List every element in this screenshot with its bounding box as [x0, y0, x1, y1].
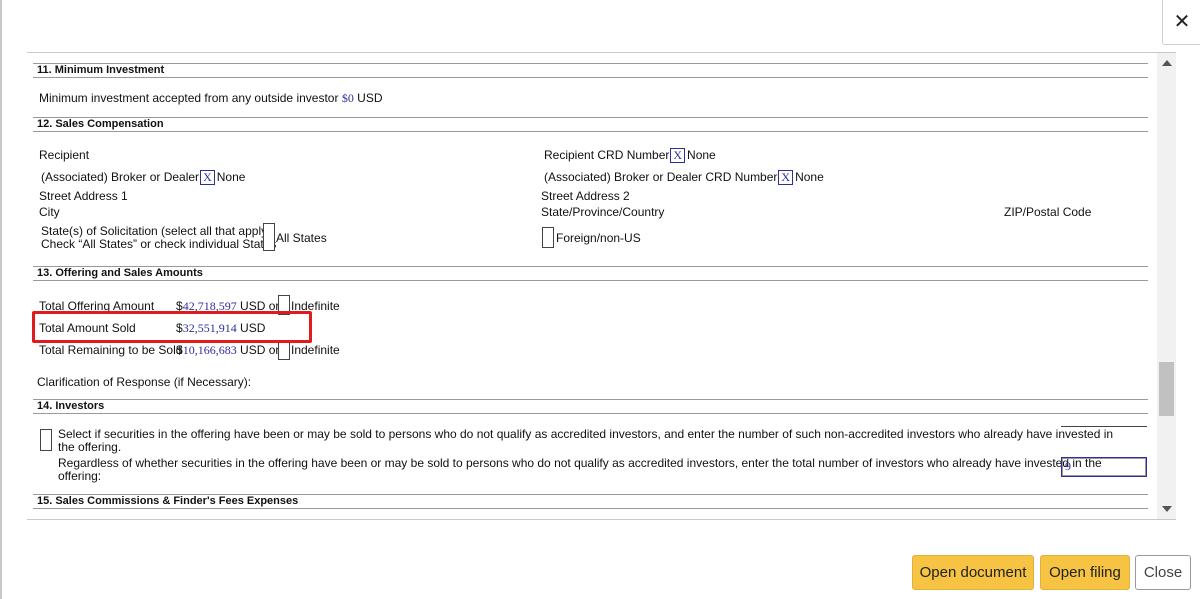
broker-crd-none-checkbox[interactable]: X [778, 170, 794, 185]
section-14-title: 14. Investors [37, 400, 105, 412]
section-divider [33, 131, 1148, 132]
non-accredited-text-line2: the offering. [58, 440, 122, 454]
non-accredited-count-field[interactable] [1061, 426, 1147, 427]
filing-document-viewer[interactable]: 11. Minimum Investment Minimum investmen… [27, 52, 1176, 520]
broker-none-label: None [216, 170, 246, 184]
state-province-label: State/Province/Country [541, 205, 665, 219]
section-divider [33, 508, 1148, 509]
recipient-crd-none-label: None [687, 148, 716, 162]
broker-none-checkbox[interactable]: X [200, 170, 215, 185]
remaining-currency: $ [176, 343, 183, 357]
clarification-label: Clarification of Response (if Necessary)… [37, 375, 252, 389]
section-11-title: 11. Minimum Investment [37, 64, 165, 76]
total-investors-text-line2: offering: [58, 469, 102, 483]
section-divider [33, 77, 1148, 78]
broker-label: (Associated) Broker or Dealer [41, 170, 200, 184]
section-divider [33, 63, 1148, 64]
remaining-label: Total Remaining to be Sold [39, 343, 183, 357]
section-13-title: 13. Offering and Sales Amounts [37, 267, 203, 279]
min-investment-label: Minimum investment accepted from any out… [39, 91, 339, 105]
broker-crd-label: (Associated) Broker or Dealer CRD Number [544, 170, 778, 184]
broker-crd-row: (Associated) Broker or Dealer CRD Number… [544, 170, 824, 185]
close-icon[interactable]: ✕ [1162, 0, 1200, 45]
open-document-button[interactable]: Open document [912, 555, 1034, 590]
scroll-up-icon[interactable] [1162, 60, 1172, 66]
remaining-value: 10,166,683 [182, 343, 237, 357]
section-divider [33, 399, 1148, 400]
street-address-2-label: Street Address 2 [541, 189, 630, 203]
section-12-title: 12. Sales Compensation [37, 118, 164, 130]
recipient-label: Recipient [39, 148, 90, 162]
city-label: City [39, 205, 60, 219]
min-investment-value: 0 [347, 91, 354, 105]
section-divider [33, 280, 1148, 281]
section-divider [33, 117, 1148, 118]
min-investment-unit: USD [357, 91, 383, 105]
all-states-label: All States [276, 231, 327, 245]
min-investment-row: Minimum investment accepted from any out… [39, 91, 383, 105]
solicitation-label-line1: State(s) of Solicitation (select all tha… [41, 224, 272, 238]
remaining-unit: USD [240, 343, 266, 357]
broker-row: (Associated) Broker or Dealer X None [41, 170, 245, 185]
window-left-edge [0, 0, 2, 599]
remaining-indefinite-label: Indefinite [291, 343, 340, 357]
section-divider [33, 413, 1148, 414]
recipient-crd-label: Recipient CRD Number [544, 148, 670, 162]
non-accredited-text-line1: Select if securities in the offering hav… [58, 427, 1114, 441]
broker-crd-none-label: None [795, 170, 824, 184]
recipient-crd-none-checkbox[interactable]: X [670, 148, 686, 163]
remaining-indefinite-checkbox[interactable] [278, 340, 290, 360]
remaining-row: $10,166,683 USD or [176, 343, 279, 357]
filing-document-content: 11. Minimum Investment Minimum investmen… [27, 53, 1156, 519]
open-filing-button[interactable]: Open filing [1040, 555, 1130, 590]
zip-label: ZIP/Postal Code [1004, 205, 1092, 219]
section-15-title: 15. Sales Commissions & Finder's Fees Ex… [37, 495, 299, 507]
close-button[interactable]: Close [1135, 555, 1191, 590]
recipient-crd-row: Recipient CRD Number X None [544, 148, 716, 163]
scrollbar-thumb[interactable] [1159, 362, 1174, 416]
total-investors-field[interactable]: 9 [1061, 457, 1147, 477]
total-investors-text-line1: Regardless of whether securities in the … [58, 456, 1102, 470]
total-amount-sold-highlight [32, 311, 312, 343]
all-states-checkbox[interactable] [263, 223, 275, 251]
non-accredited-checkbox[interactable] [40, 429, 52, 451]
scroll-down-icon[interactable] [1162, 506, 1172, 512]
street-address-1-label: Street Address 1 [39, 189, 128, 203]
solicitation-label-line2: Check “All States” or check individual S… [41, 237, 277, 251]
document-scrollbar[interactable] [1157, 53, 1176, 519]
foreign-label: Foreign/non-US [556, 231, 641, 245]
